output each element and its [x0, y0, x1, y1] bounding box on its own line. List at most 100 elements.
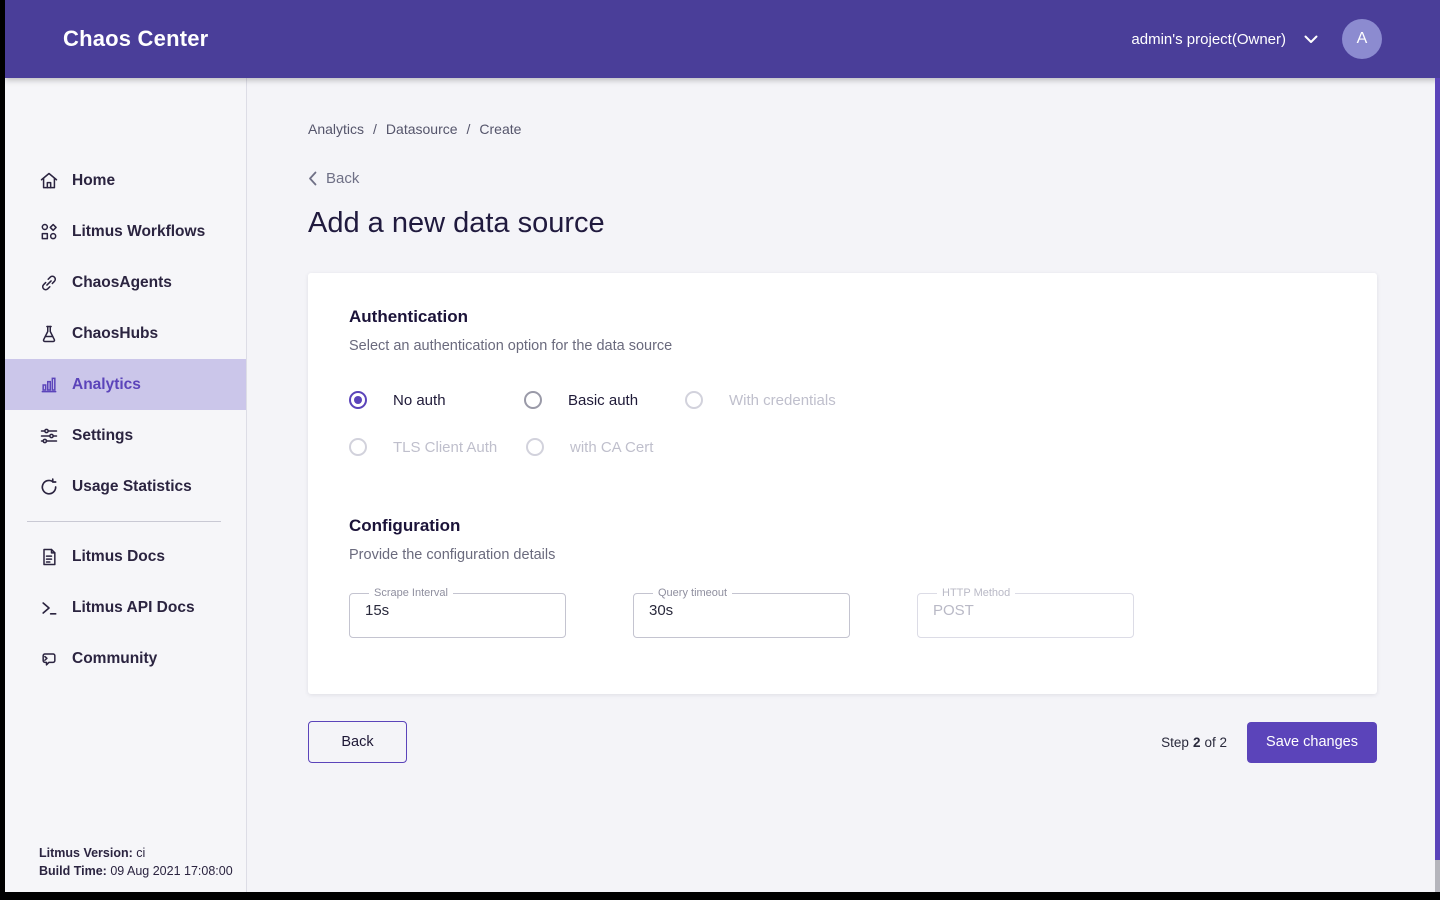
radio-circle[interactable] [349, 391, 367, 409]
breadcrumb: Analytics / Datasource / Create [308, 121, 1440, 137]
step-prefix: Step [1161, 735, 1189, 750]
sidebar-item-label: Litmus API Docs [72, 599, 195, 617]
link-icon [39, 273, 59, 293]
sidebar-divider [27, 521, 221, 522]
app-title: Chaos Center [63, 26, 208, 52]
sidebar-item-label: Community [72, 650, 157, 668]
home-icon [39, 171, 59, 191]
project-selector-label: admin's project(Owner) [1131, 31, 1286, 48]
radio-with-credentials: With credentials [685, 391, 836, 409]
query-timeout-input[interactable] [649, 602, 834, 619]
query-timeout-field: Query timeout [633, 587, 850, 638]
sidebar-item-litmus-docs[interactable]: Litmus Docs [5, 531, 246, 582]
query-timeout-label: Query timeout [653, 587, 732, 599]
radio-circle [685, 391, 703, 409]
scrollbar-track[interactable] [1435, 860, 1440, 892]
step-suffix: of 2 [1204, 735, 1227, 750]
workflows-icon [39, 222, 59, 242]
http-method-input [933, 602, 1118, 619]
sidebar-item-label: Home [72, 172, 115, 190]
sidebar-item-label: Analytics [72, 376, 141, 394]
http-method-field: HTTP Method [917, 587, 1134, 638]
chevron-left-icon [308, 171, 317, 186]
configuration-subtitle: Provide the configuration details [349, 547, 1336, 563]
radio-label: With credentials [729, 392, 836, 409]
radio-circle [349, 438, 367, 456]
sidebar-item-label: ChaosAgents [72, 274, 172, 292]
scrape-interval-input[interactable] [365, 602, 550, 619]
scrape-interval-label: Scrape Interval [369, 587, 453, 599]
build-time-line: Build Time: 09 Aug 2021 17:08:00 [39, 862, 233, 880]
form-footer: Back Step 2of 2 Save changes [308, 721, 1377, 763]
breadcrumb-analytics[interactable]: Analytics [308, 121, 364, 137]
bar-chart-icon [39, 375, 59, 395]
configuration-heading: Configuration [349, 516, 1336, 536]
page-title: Add a new data source [308, 207, 1440, 240]
radio-label: No auth [393, 392, 446, 409]
litmus-version-line: Litmus Version: ci [39, 844, 233, 862]
litmus-version-label: Litmus Version: [39, 846, 133, 860]
authentication-subtitle: Select an authentication option for the … [349, 338, 1336, 354]
sidebar-item-label: Usage Statistics [72, 478, 192, 496]
build-time-label: Build Time: [39, 864, 107, 878]
authentication-heading: Authentication [349, 307, 1336, 327]
sidebar-item-label: Litmus Workflows [72, 223, 205, 241]
sidebar: Home Litmus Workflows ChaosAgents ChaosH… [5, 78, 247, 892]
sliders-icon [39, 426, 59, 446]
radio-label: with CA Cert [570, 439, 653, 456]
breadcrumb-datasource[interactable]: Datasource [386, 121, 458, 137]
radio-circle[interactable] [524, 391, 542, 409]
radio-with-ca-cert: with CA Cert [526, 438, 653, 456]
terminal-icon [39, 598, 59, 618]
save-changes-button[interactable]: Save changes [1247, 722, 1377, 763]
project-selector[interactable]: admin's project(Owner) [1131, 31, 1318, 48]
sidebar-item-chaoshubs[interactable]: ChaosHubs [5, 308, 246, 359]
flask-icon [39, 324, 59, 344]
avatar[interactable]: A [1342, 19, 1382, 59]
radio-circle [526, 438, 544, 456]
sidebar-item-community[interactable]: Community [5, 633, 246, 684]
radio-tls-client-auth: TLS Client Auth [349, 438, 526, 456]
avatar-initial: A [1357, 30, 1368, 48]
step-current: 2 [1193, 735, 1201, 750]
radio-label: TLS Client Auth [393, 439, 497, 456]
radio-label: Basic auth [568, 392, 638, 409]
auth-options-row-1: No auth Basic auth With credentials [349, 391, 1336, 409]
document-icon [39, 547, 59, 567]
sidebar-item-usage-statistics[interactable]: Usage Statistics [5, 461, 246, 512]
back-link-label: Back [326, 170, 359, 187]
breadcrumb-separator: / [467, 121, 471, 137]
sidebar-version-info: Litmus Version: ci Build Time: 09 Aug 20… [39, 844, 233, 880]
sidebar-item-litmus-workflows[interactable]: Litmus Workflows [5, 206, 246, 257]
chat-icon [39, 649, 59, 669]
sidebar-item-label: ChaosHubs [72, 325, 158, 343]
sidebar-item-litmus-api-docs[interactable]: Litmus API Docs [5, 582, 246, 633]
http-method-label: HTTP Method [937, 587, 1015, 599]
breadcrumb-separator: / [373, 121, 377, 137]
auth-options-row-2: TLS Client Auth with CA Cert [349, 438, 1336, 456]
header-right: admin's project(Owner) A [1131, 19, 1382, 59]
scrollbar-thumb[interactable] [1435, 78, 1440, 860]
configuration-fields-row: Scrape Interval Query timeout HTTP Metho… [349, 587, 1336, 638]
app-window: Chaos Center admin's project(Owner) A Ho… [5, 0, 1440, 892]
radio-basic-auth[interactable]: Basic auth [524, 391, 685, 409]
main-content: Analytics / Datasource / Create Back Add… [247, 78, 1440, 892]
chevron-down-icon [1304, 35, 1318, 44]
sidebar-item-home[interactable]: Home [5, 155, 246, 206]
breadcrumb-create: Create [479, 121, 521, 137]
scrape-interval-field: Scrape Interval [349, 587, 566, 638]
back-link[interactable]: Back [308, 170, 1440, 187]
top-header: Chaos Center admin's project(Owner) A [5, 0, 1440, 78]
sidebar-item-chaosagents[interactable]: ChaosAgents [5, 257, 246, 308]
back-button[interactable]: Back [308, 721, 407, 763]
radio-no-auth[interactable]: No auth [349, 391, 524, 409]
sidebar-item-analytics[interactable]: Analytics [5, 359, 246, 410]
sidebar-item-settings[interactable]: Settings [5, 410, 246, 461]
refresh-icon [39, 477, 59, 497]
build-time-value: 09 Aug 2021 17:08:00 [110, 864, 232, 878]
step-indicator: Step 2of 2 [1161, 735, 1227, 750]
sidebar-item-label: Litmus Docs [72, 548, 165, 566]
sidebar-item-label: Settings [72, 427, 133, 445]
litmus-version-value: ci [136, 846, 145, 860]
datasource-form-card: Authentication Select an authentication … [308, 273, 1377, 694]
